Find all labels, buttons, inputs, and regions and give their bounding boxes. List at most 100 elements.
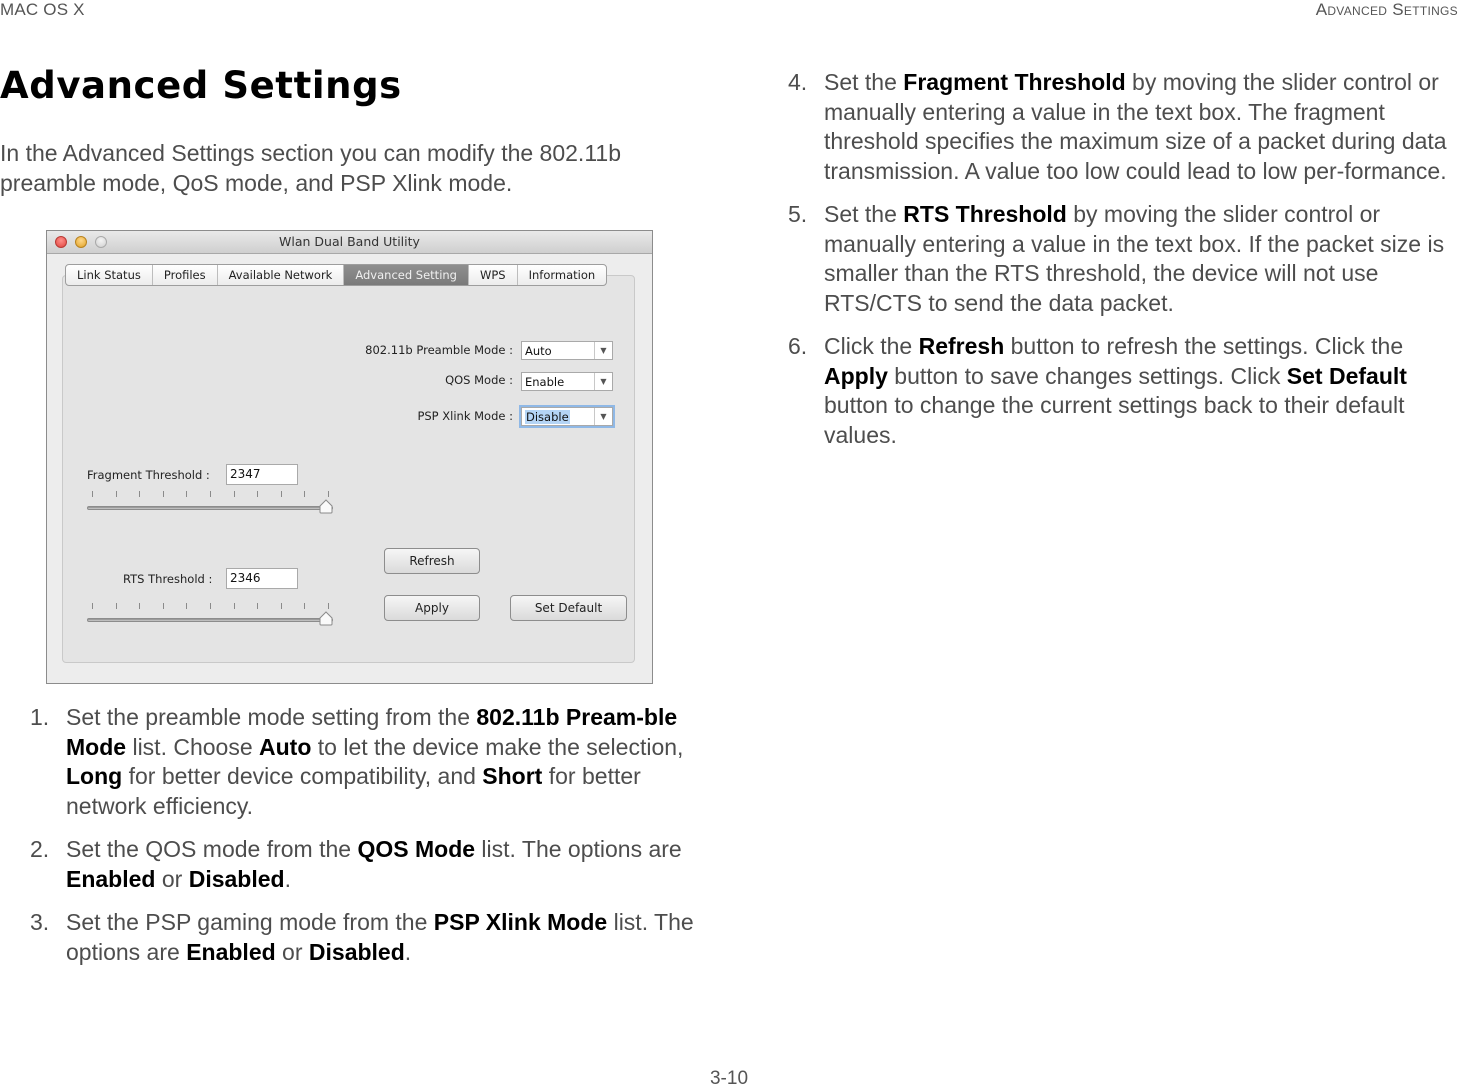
set-default-button[interactable]: Set Default <box>510 595 627 621</box>
slider-track[interactable] <box>87 506 333 510</box>
step-number: 1. <box>30 704 50 730</box>
slider-tick <box>257 603 259 609</box>
step-text: Set the <box>824 201 904 227</box>
slider-tick <box>304 603 306 609</box>
slider-tick <box>186 491 188 497</box>
psp-xlink-mode-select[interactable]: Disable ▼ <box>521 407 613 426</box>
step-bold-term: Set Default <box>1286 362 1407 389</box>
window-titlebar: Wlan Dual Band Utility <box>47 231 652 254</box>
tab-advanced-setting[interactable]: Advanced Setting <box>344 265 469 285</box>
slider-tick <box>186 603 188 609</box>
slider-tick <box>257 491 259 497</box>
step-text: Set the <box>824 69 904 95</box>
slider-tick <box>115 603 117 609</box>
preamble-mode-value: Auto <box>525 344 552 358</box>
tab-wps[interactable]: WPS <box>469 265 518 285</box>
step-text: or <box>155 865 189 892</box>
tab-profiles[interactable]: Profiles <box>153 265 218 285</box>
page-number: 3-10 <box>709 1068 749 1089</box>
step-bold-term: QOS Mode <box>357 836 476 862</box>
step-bold-term: Refresh <box>918 333 1005 359</box>
step-bold-term: Enabled <box>186 938 276 965</box>
fragment-threshold-input[interactable]: 2347 <box>226 464 298 485</box>
step-number: 2. <box>30 836 50 862</box>
step-text: . <box>284 865 291 892</box>
slider-tick <box>210 491 211 497</box>
psp-xlink-mode-label: PSP Xlink Mode : <box>417 409 513 423</box>
slider-tick <box>280 491 282 497</box>
slider-tick <box>92 491 93 497</box>
tab-link-status[interactable]: Link Status <box>66 265 153 285</box>
step-item: 4. Set the Fragment Threshold by moving t… <box>788 68 1458 186</box>
preamble-mode-select[interactable]: Auto ▼ <box>521 341 613 360</box>
steps-list-left: 1. Set the preamble mode setting from the… <box>30 703 700 981</box>
slider-tick <box>210 603 211 609</box>
step-text: button to refresh the settings. Click th… <box>1004 333 1404 359</box>
step-item: 3. Set the PSP gaming mode from the PSP X… <box>30 908 700 967</box>
slider-tick <box>328 491 329 497</box>
qos-mode-value: Enable <box>525 375 565 389</box>
step-bold-term: Short <box>482 763 543 789</box>
step-text: Set the PSP gaming mode from the <box>66 909 434 935</box>
step-text: . <box>404 938 412 965</box>
step-text: button to save changes settings. Click <box>887 362 1287 389</box>
step-bold-term: Auto <box>259 733 312 760</box>
slider-tick <box>139 491 141 497</box>
slider-tick <box>162 491 164 497</box>
rts-threshold-slider[interactable] <box>87 603 337 631</box>
preamble-mode-label: 802.11b Preamble Mode : <box>365 343 513 357</box>
slider-tick <box>233 491 235 497</box>
step-bold-term: Apply <box>824 362 888 389</box>
slider-tick <box>233 603 235 609</box>
qos-mode-select[interactable]: Enable ▼ <box>521 372 613 391</box>
utility-window-screenshot: Wlan Dual Band Utility Link Status Profi… <box>46 230 653 684</box>
slider-track[interactable] <box>87 618 333 622</box>
step-item: 2. Set the QOS mode from the QOS Mode lis… <box>30 835 700 894</box>
step-bold-term: Enabled <box>66 865 156 892</box>
slider-tick <box>115 491 117 497</box>
chevron-down-icon: ▼ <box>594 373 612 390</box>
step-text: Click the <box>824 333 919 359</box>
slider-tick <box>328 603 329 609</box>
step-item: 6. Click the Refresh button to refresh th… <box>788 332 1458 450</box>
refresh-button[interactable]: Refresh <box>384 548 480 574</box>
intro-paragraph: In the Advanced Settings section you can… <box>0 140 621 196</box>
step-number: 4. <box>788 69 808 95</box>
slider-knob[interactable] <box>319 499 333 514</box>
slider-tick <box>280 603 282 609</box>
step-text: for better device compatibility, and <box>122 763 483 789</box>
rts-threshold-input[interactable]: 2346 <box>226 568 298 589</box>
step-bold-term: Disabled <box>188 865 285 892</box>
slider-knob[interactable] <box>319 611 333 626</box>
slider-tick <box>162 603 164 609</box>
psp-xlink-mode-value: Disable <box>525 410 570 424</box>
tab-information[interactable]: Information <box>518 265 607 285</box>
step-text: button to change the current settings ba… <box>824 392 1405 448</box>
slider-tick <box>304 491 306 497</box>
tab-available-network[interactable]: Available Network <box>218 265 345 285</box>
step-item: 1. Set the preamble mode setting from the… <box>30 703 700 821</box>
step-number: 3. <box>30 909 50 935</box>
step-bold-term: Disabled <box>308 938 405 965</box>
qos-mode-label: QOS Mode : <box>445 373 513 387</box>
step-item: 5. Set the RTS Threshold by moving the sl… <box>788 200 1458 318</box>
slider-tick <box>92 603 93 609</box>
tab-bar: Link Status Profiles Available Network A… <box>65 264 608 286</box>
step-text: to let the device make the selection, <box>311 733 684 760</box>
chevron-down-icon: ▼ <box>594 342 612 359</box>
page-header-chapter: Advanced Settings <box>1315 0 1458 19</box>
step-bold-term: Fragment Threshold <box>903 69 1126 95</box>
fragment-threshold-slider[interactable] <box>87 491 337 519</box>
step-number: 6. <box>788 333 808 359</box>
step-bold-term: PSP Xlink Mode <box>433 909 608 935</box>
chevron-down-icon: ▼ <box>594 408 612 425</box>
step-text: Set the preamble mode setting from the <box>66 704 477 730</box>
page-title: Advanced Settings <box>0 64 402 107</box>
window-title: Wlan Dual Band Utility <box>279 234 420 249</box>
step-text: list. Choose <box>126 733 260 760</box>
apply-button[interactable]: Apply <box>384 595 480 621</box>
step-text: or <box>275 938 309 965</box>
step-number: 5. <box>788 201 808 227</box>
step-bold-term: RTS Threshold <box>903 201 1067 227</box>
step-bold-term: Long <box>66 763 123 789</box>
